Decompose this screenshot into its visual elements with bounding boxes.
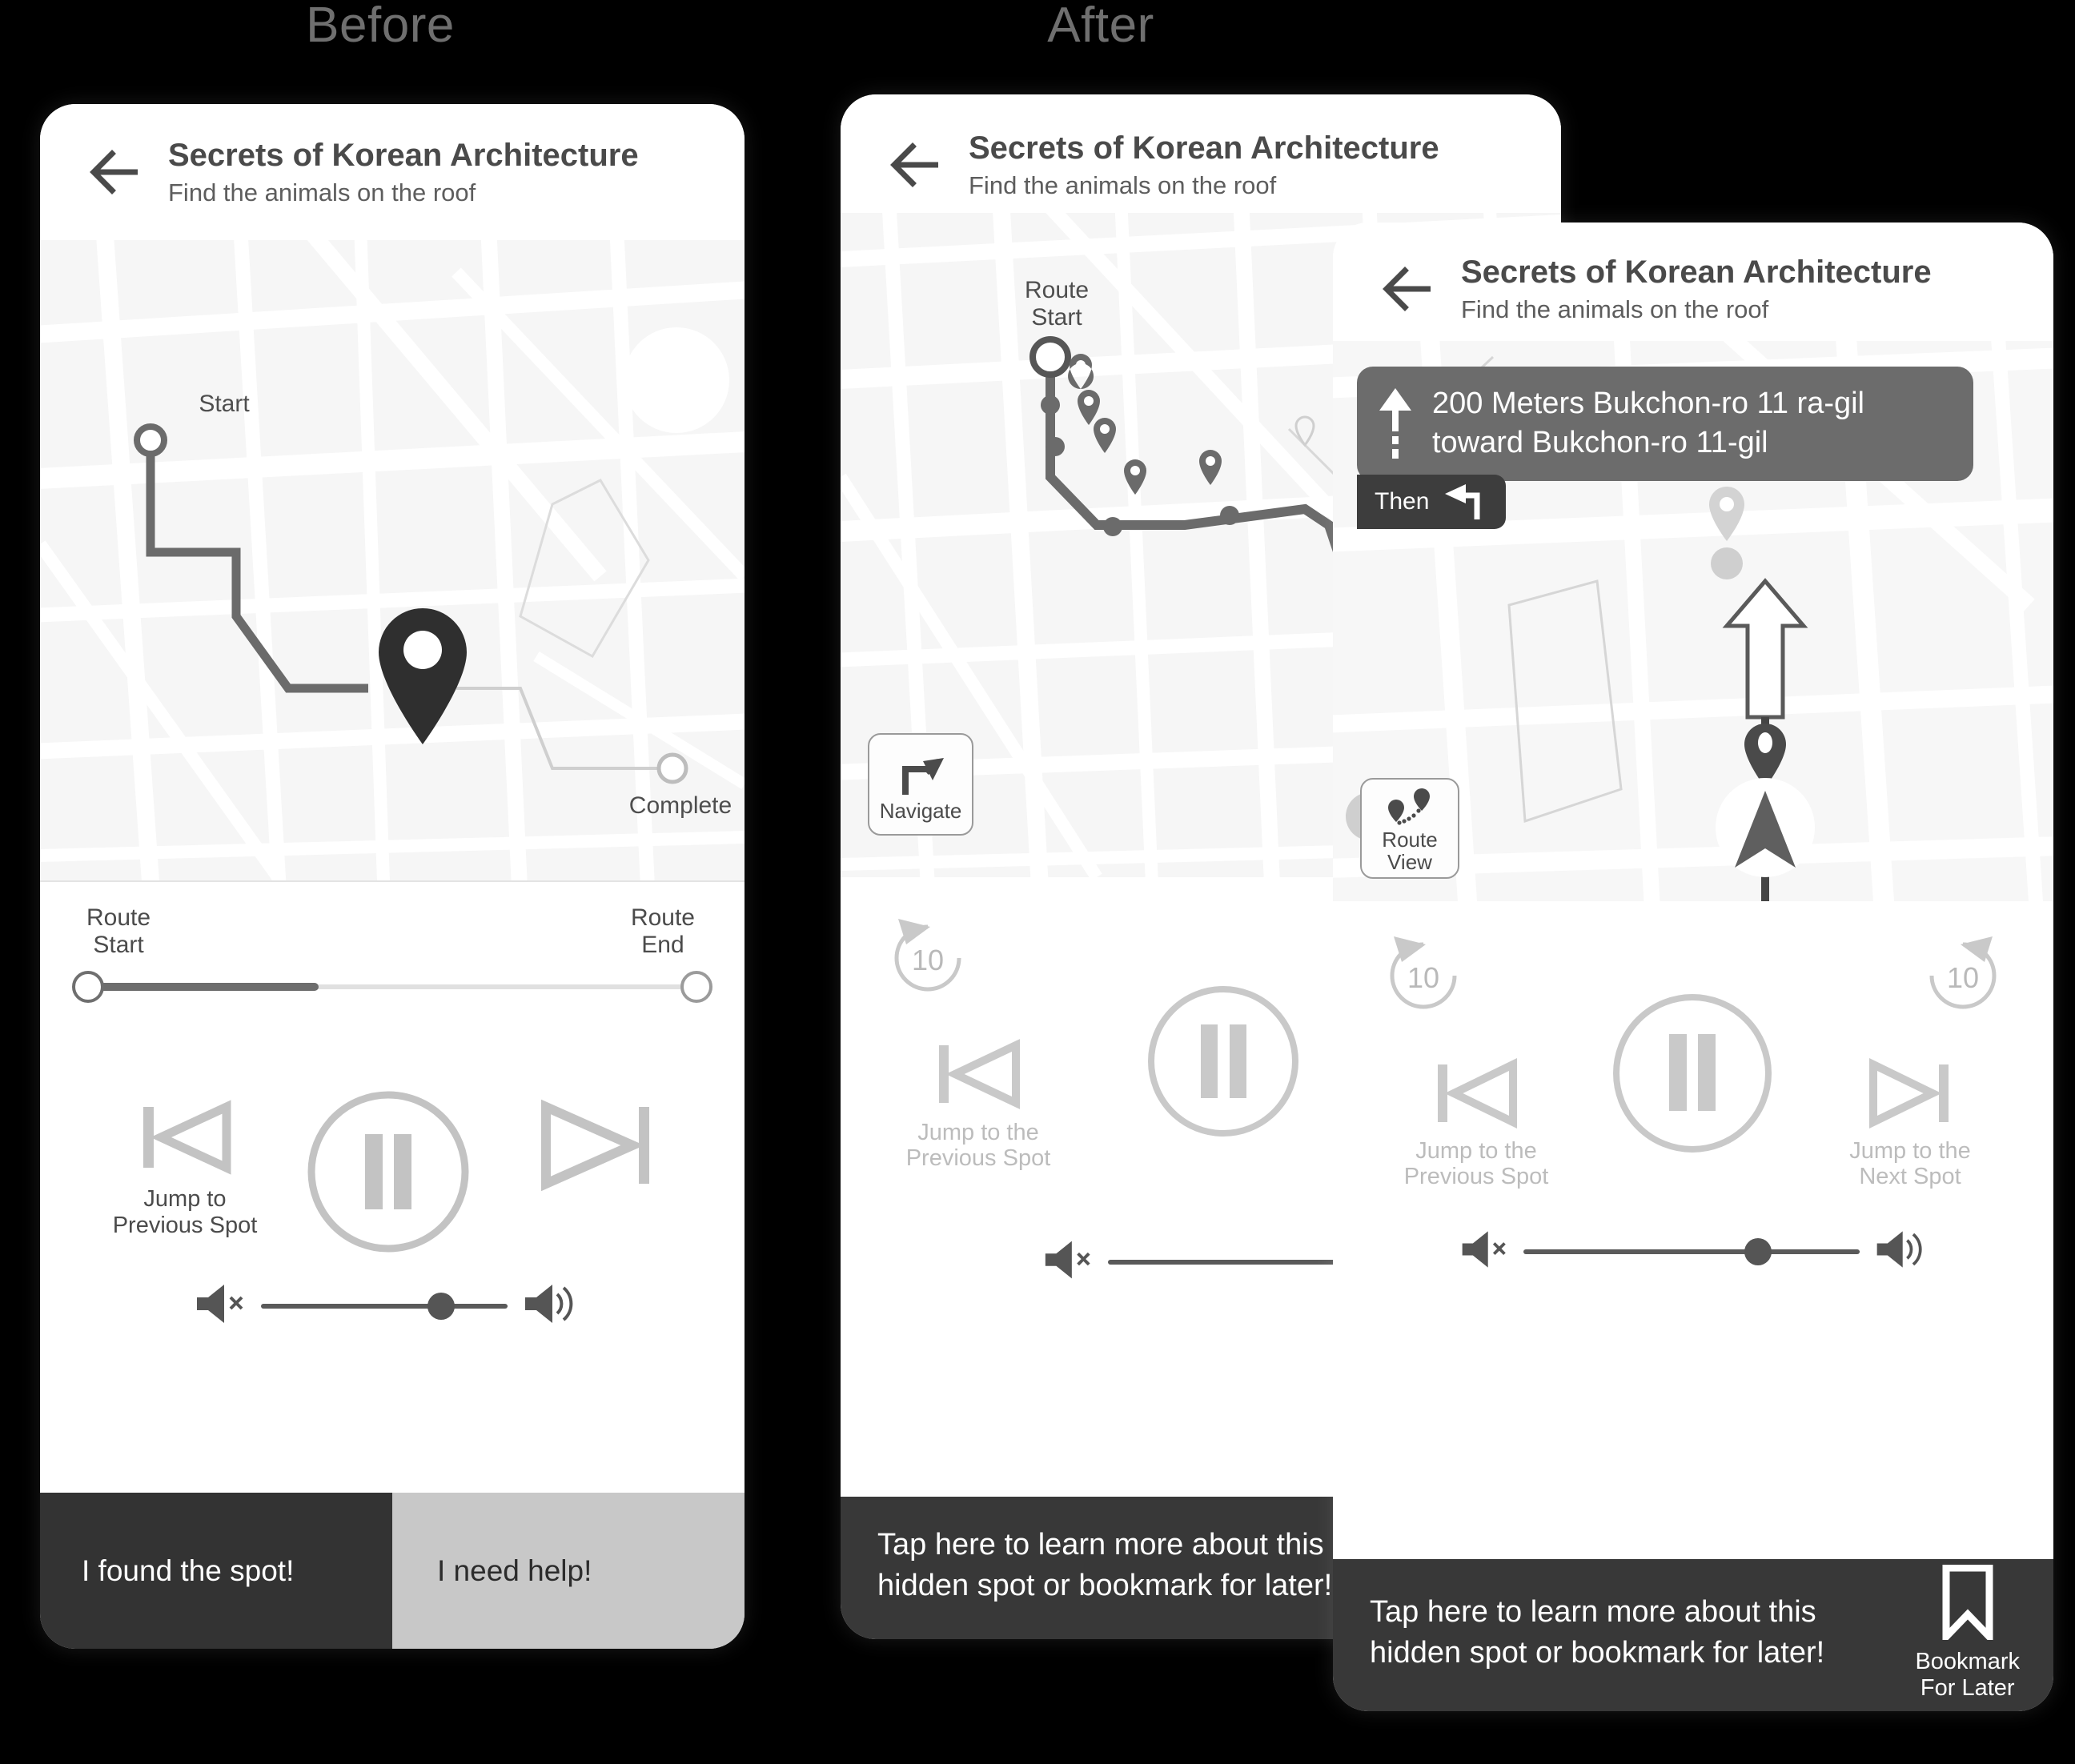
- jump-previous-spot-label: Jump to Previous Spot: [112, 1186, 258, 1238]
- pause-icon[interactable]: [304, 1088, 472, 1260]
- volume-control[interactable]: [192, 1281, 576, 1330]
- found-the-spot-button[interactable]: I found the spot!: [40, 1493, 392, 1649]
- volume-slider-track[interactable]: [261, 1292, 508, 1320]
- route-slider-start-knob[interactable]: [72, 971, 104, 1004]
- before-header: Secrets of Korean Architecture Find the …: [40, 104, 745, 240]
- skip-previous-icon[interactable]: [137, 1097, 233, 1181]
- route-end-label: Route End: [630, 904, 695, 958]
- navigation-instruction: 200 Meters Bukchon-ro 11 ra-gil toward B…: [1357, 367, 1973, 481]
- volume-slider-knob[interactable]: [1744, 1237, 1772, 1265]
- after1-header-text: Secrets of Korean Architecture Find the …: [969, 130, 1439, 200]
- svg-text:10: 10: [912, 944, 944, 976]
- volume-control[interactable]: [1458, 1228, 1938, 1275]
- rewind-10-button[interactable]: 10: [884, 914, 972, 1006]
- page-title: Secrets of Korean Architecture: [969, 130, 1439, 166]
- volume-high-icon[interactable]: [520, 1281, 576, 1330]
- play-pause-button[interactable]: [304, 1088, 472, 1260]
- route-view-button-label: Route View: [1382, 827, 1438, 874]
- route-view-button[interactable]: Route View: [1360, 778, 1459, 879]
- bookmark-button-label: Bookmark For Later: [1915, 1648, 2020, 1701]
- before-bottom-bar: I found the spot! I need help!: [40, 1493, 745, 1649]
- svg-text:10: 10: [1407, 961, 1439, 994]
- next-maneuver-chip: Then: [1357, 474, 1507, 529]
- page-subtitle: Find the animals on the roof: [168, 178, 476, 206]
- page-title: Secrets of Korean Architecture: [1461, 254, 1932, 290]
- after2-player-controls: 10 10 Jump to the Previous Spot Jump to …: [1333, 901, 2053, 1559]
- volume-high-icon[interactable]: [1872, 1228, 1925, 1275]
- forward-10-icon[interactable]: 10: [1919, 930, 2007, 1024]
- jump-next-spot-label: Jump to the Next Spot: [1849, 1138, 1971, 1190]
- volume-slider-knob[interactable]: [427, 1292, 455, 1320]
- learn-more-message: Tap here to learn more about this hidden…: [1370, 1595, 1825, 1670]
- before-map[interactable]: Start Complete: [40, 240, 745, 880]
- comparison-stage: Before After Secrets of Korean Architect…: [0, 0, 2075, 1764]
- bookmark-button[interactable]: Bookmark For Later: [1915, 1564, 2020, 1702]
- after-section-title: After: [1047, 0, 1154, 53]
- navigate-button[interactable]: Navigate: [868, 733, 973, 836]
- route-slider-fill: [86, 983, 319, 992]
- jump-next-spot-button[interactable]: [536, 1097, 656, 1197]
- route-slider-end-knob[interactable]: [680, 971, 712, 1004]
- forward-10-button[interactable]: 10: [1919, 930, 2007, 1024]
- back-arrow-icon[interactable]: [889, 137, 945, 193]
- play-pause-button[interactable]: [1608, 989, 1776, 1161]
- skip-previous-icon[interactable]: [1433, 1057, 1519, 1133]
- after-phone-2-screen: Secrets of Korean Architecture Find the …: [1333, 223, 2053, 1711]
- before-section-title: Before: [306, 0, 455, 53]
- learn-more-message: Tap here to learn more about this hidden…: [877, 1528, 1333, 1602]
- jump-next-spot-button[interactable]: Jump to the Next Spot: [1802, 1057, 2018, 1190]
- need-help-button[interactable]: I need help!: [392, 1493, 745, 1649]
- replay-10-icon[interactable]: 10: [884, 914, 972, 1006]
- skip-next-icon[interactable]: [1867, 1057, 1953, 1133]
- then-label: Then: [1375, 487, 1430, 515]
- route-start-label: Route Start: [86, 904, 151, 958]
- svg-text:10: 10: [1947, 961, 1979, 994]
- page-subtitle: Find the animals on the roof: [1461, 295, 1769, 323]
- skip-previous-icon[interactable]: [934, 1037, 1022, 1115]
- before-phone-screen: Secrets of Korean Architecture Find the …: [40, 104, 745, 1649]
- after2-header-text: Secrets of Korean Architecture Find the …: [1461, 254, 1932, 324]
- route-pins-icon: [1385, 785, 1435, 827]
- jump-previous-spot-label: Jump to the Previous Spot: [905, 1120, 1051, 1172]
- page-title: Secrets of Korean Architecture: [168, 137, 639, 173]
- page-subtitle: Find the animals on the roof: [969, 171, 1277, 199]
- skip-next-icon[interactable]: [536, 1097, 656, 1197]
- jump-previous-spot-button[interactable]: Jump to the Previous Spot: [874, 1037, 1082, 1172]
- route-slider[interactable]: [72, 964, 712, 1009]
- pause-icon[interactable]: [1608, 989, 1776, 1161]
- after2-header: Secrets of Korean Architecture Find the …: [1333, 223, 2053, 341]
- jump-previous-spot-label: Jump to the Previous Spot: [1403, 1138, 1549, 1190]
- before-header-text: Secrets of Korean Architecture Find the …: [168, 137, 639, 207]
- rewind-10-button[interactable]: 10: [1379, 930, 1467, 1024]
- before-player-controls: Jump to Previous Spot: [40, 1041, 745, 1493]
- straight-arrow-icon: [1376, 387, 1415, 460]
- turn-right-arrow-icon: [894, 748, 947, 798]
- route-progress-section: Route Start Route End: [40, 880, 745, 1042]
- volume-mute-icon[interactable]: [1458, 1228, 1511, 1275]
- pause-icon[interactable]: [1143, 981, 1303, 1145]
- replay-10-icon[interactable]: 10: [1379, 930, 1467, 1024]
- after2-map[interactable]: 200 Meters Bukchon-ro 11 ra-gil toward B…: [1333, 341, 2053, 901]
- learn-more-bar[interactable]: Tap here to learn more about this hidden…: [1333, 1559, 2053, 1711]
- volume-slider-track[interactable]: [1523, 1237, 1860, 1265]
- back-arrow-icon[interactable]: [88, 144, 144, 200]
- navigation-instruction-text: 200 Meters Bukchon-ro 11 ra-gil toward B…: [1432, 387, 1864, 460]
- bookmark-icon[interactable]: [1938, 1564, 1997, 1646]
- navigate-button-label: Navigate: [879, 798, 962, 823]
- jump-previous-spot-button[interactable]: Jump to the Previous Spot: [1368, 1057, 1584, 1190]
- navigation-banner: 200 Meters Bukchon-ro 11 ra-gil toward B…: [1357, 367, 1973, 529]
- jump-previous-spot-button[interactable]: Jump to Previous Spot: [85, 1097, 285, 1238]
- turn-left-arrow-icon: [1442, 481, 1485, 523]
- route-slider-labels: Route Start Route End: [72, 904, 712, 958]
- back-arrow-icon[interactable]: [1381, 261, 1437, 317]
- play-pause-button[interactable]: [1143, 981, 1303, 1145]
- volume-mute-icon[interactable]: [192, 1281, 248, 1330]
- volume-mute-icon[interactable]: [1041, 1237, 1095, 1286]
- volume-slider-remainder: [1759, 1250, 1860, 1253]
- after1-header: Secrets of Korean Architecture Find the …: [841, 94, 1561, 213]
